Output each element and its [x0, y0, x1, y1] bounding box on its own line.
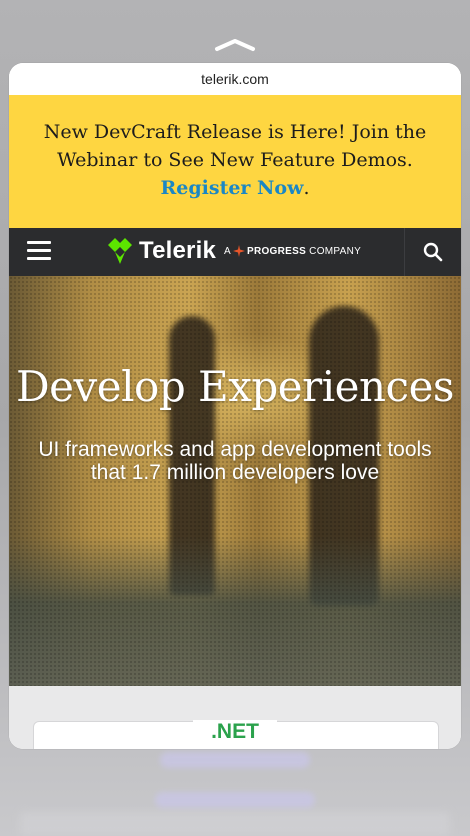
- background-ghost-text: [160, 752, 310, 768]
- promo-banner: New DevCraft Release is Here! Join the W…: [9, 95, 461, 228]
- promo-period: .: [303, 177, 310, 199]
- brand-tagline: A PROGRESS COMPANY: [224, 245, 361, 257]
- hero-floor: [9, 536, 461, 686]
- hero-subtitle: UI frameworks and app development tools …: [9, 438, 461, 484]
- url-bar: telerik.com: [9, 63, 461, 95]
- background-ghost-text: [155, 792, 315, 808]
- product-section: .NET: [9, 686, 461, 749]
- site-header: Telerik A PROGRESS COMPANY: [9, 228, 461, 276]
- background-ghost-bar: [20, 812, 450, 836]
- promo-line-2: Webinar to See New Feature Demos.: [57, 149, 413, 171]
- tagline-prefix: A: [224, 245, 231, 257]
- telerik-logo-icon: [108, 238, 132, 264]
- hero-banner: Develop Experiences UI frameworks and ap…: [9, 276, 461, 686]
- hero-title: Develop Experiences: [15, 362, 455, 411]
- search-button[interactable]: [404, 228, 461, 276]
- tagline-brand: PROGRESS: [246, 245, 307, 257]
- product-label: .NET: [9, 720, 461, 744]
- telerik-logo[interactable]: Telerik A PROGRESS COMPANY: [107, 237, 361, 265]
- dotnet-label: .NET: [193, 720, 277, 743]
- tagline-suffix: COMPANY: [309, 245, 362, 257]
- hero-subtitle-line-1: UI frameworks and app development tools: [38, 438, 432, 461]
- preview-card[interactable]: telerik.com New DevCraft Release is Here…: [9, 63, 461, 749]
- promo-line-1: New DevCraft Release is Here! Join the: [43, 121, 427, 143]
- menu-icon[interactable]: [27, 241, 51, 261]
- brand-name: Telerik: [139, 237, 216, 264]
- register-now-link[interactable]: Register Now: [160, 177, 303, 199]
- url-text: telerik.com: [201, 71, 269, 87]
- hero-subtitle-line-2: that 1.7 million developers love: [90, 461, 380, 484]
- dismiss-chevron-icon[interactable]: [214, 38, 256, 52]
- progress-star-icon: [232, 245, 245, 257]
- search-icon: [423, 242, 443, 262]
